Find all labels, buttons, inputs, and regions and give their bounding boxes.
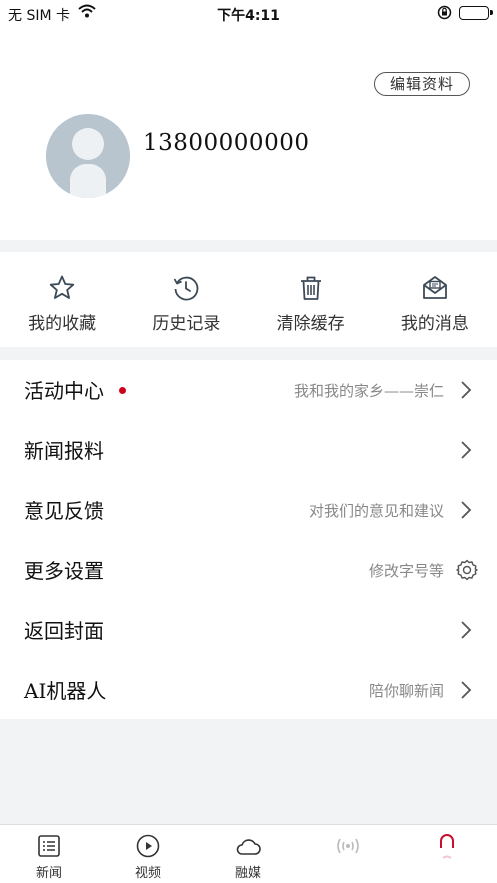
- tab-label: 视频: [134, 866, 161, 881]
- menu-item-subtitle: 陪你聊新闻: [368, 682, 444, 700]
- chevron-right-icon: [461, 501, 472, 519]
- menu-item-more-settings[interactable]: 更多设置 修改字号等: [0, 540, 497, 600]
- chevron-right-icon: [461, 681, 472, 699]
- quick-action-label: 清除缓存: [276, 314, 345, 334]
- tab-radio[interactable]: [318, 825, 378, 883]
- bottom-tab-bar: 新闻 视频 融媒: [0, 824, 497, 883]
- quick-action-favorites[interactable]: 我的收藏: [0, 252, 124, 347]
- status-time: 下午4:11: [217, 8, 280, 24]
- message-icon: [422, 276, 447, 299]
- profile-header: 编辑资料 13800000000: [0, 28, 497, 240]
- tab-label: 新闻: [35, 866, 62, 881]
- orientation-lock-icon: [437, 5, 452, 24]
- battery-icon: [459, 6, 493, 20]
- profile-icon: [440, 834, 454, 859]
- menu-item-title: 返回封面: [24, 619, 104, 643]
- avatar[interactable]: [46, 114, 130, 198]
- status-bar: 无 SIM 卡 下午4:11: [0, 0, 497, 28]
- quick-action-messages[interactable]: 我的消息: [373, 252, 497, 347]
- quick-action-clear-cache[interactable]: 清除缓存: [249, 252, 373, 347]
- tab-news[interactable]: 新闻: [19, 825, 79, 883]
- quick-action-label: 我的消息: [400, 314, 469, 334]
- chevron-right-icon: [461, 381, 472, 399]
- new-badge-dot: [119, 387, 126, 394]
- menu-item-feedback[interactable]: 意见反馈 对我们的意见和建议: [0, 480, 497, 540]
- tab-video[interactable]: 视频: [118, 825, 178, 883]
- tab-media[interactable]: 融媒: [218, 825, 278, 883]
- quick-action-label: 我的收藏: [28, 314, 97, 334]
- menu-item-subtitle: 我和我的家乡——崇仁: [293, 382, 444, 400]
- cloud-icon: [236, 839, 261, 855]
- trash-icon: [300, 276, 321, 300]
- menu-item-ai-robot[interactable]: AI机器人 陪你聊新闻: [0, 660, 497, 720]
- menu-item-title: 意见反馈: [24, 499, 104, 523]
- menu-item-subtitle: 修改字号等: [368, 562, 444, 580]
- menu-item-title: AI机器人: [24, 679, 107, 703]
- avatar-head: [72, 128, 104, 160]
- user-phone: 13800000000: [143, 130, 310, 156]
- star-icon: [49, 275, 75, 299]
- menu-item-title: 更多设置: [24, 559, 104, 583]
- menu-item-news-tip[interactable]: 新闻报料: [0, 420, 497, 480]
- chevron-right-icon: [461, 621, 472, 639]
- menu-item-title: 新闻报料: [24, 439, 104, 463]
- tab-profile[interactable]: [417, 825, 477, 883]
- radio-icon: [337, 838, 359, 854]
- tab-label: 融媒: [234, 866, 261, 881]
- video-play-icon: [136, 834, 160, 858]
- menu-item-return-cover[interactable]: 返回封面: [0, 600, 497, 660]
- settings-menu: 活动中心 我和我的家乡——崇仁 新闻报料 意见反馈 对我们的意见和建议 更多设置…: [0, 360, 497, 719]
- history-icon: [174, 276, 199, 301]
- avatar-body: [70, 164, 106, 198]
- menu-item-subtitle: 对我们的意见和建议: [308, 502, 444, 520]
- quick-actions: 我的收藏 历史记录 清除缓存 我的消息: [0, 252, 497, 347]
- edit-profile-button[interactable]: 编辑资料: [374, 72, 470, 96]
- menu-item-activity-center[interactable]: 活动中心 我和我的家乡——崇仁: [0, 360, 497, 420]
- quick-action-history[interactable]: 历史记录: [124, 252, 248, 347]
- chevron-right-icon: [461, 441, 472, 459]
- news-list-icon: [38, 835, 60, 857]
- quick-action-label: 历史记录: [152, 314, 221, 334]
- gear-icon: [456, 559, 478, 581]
- menu-item-title: 活动中心: [24, 379, 104, 403]
